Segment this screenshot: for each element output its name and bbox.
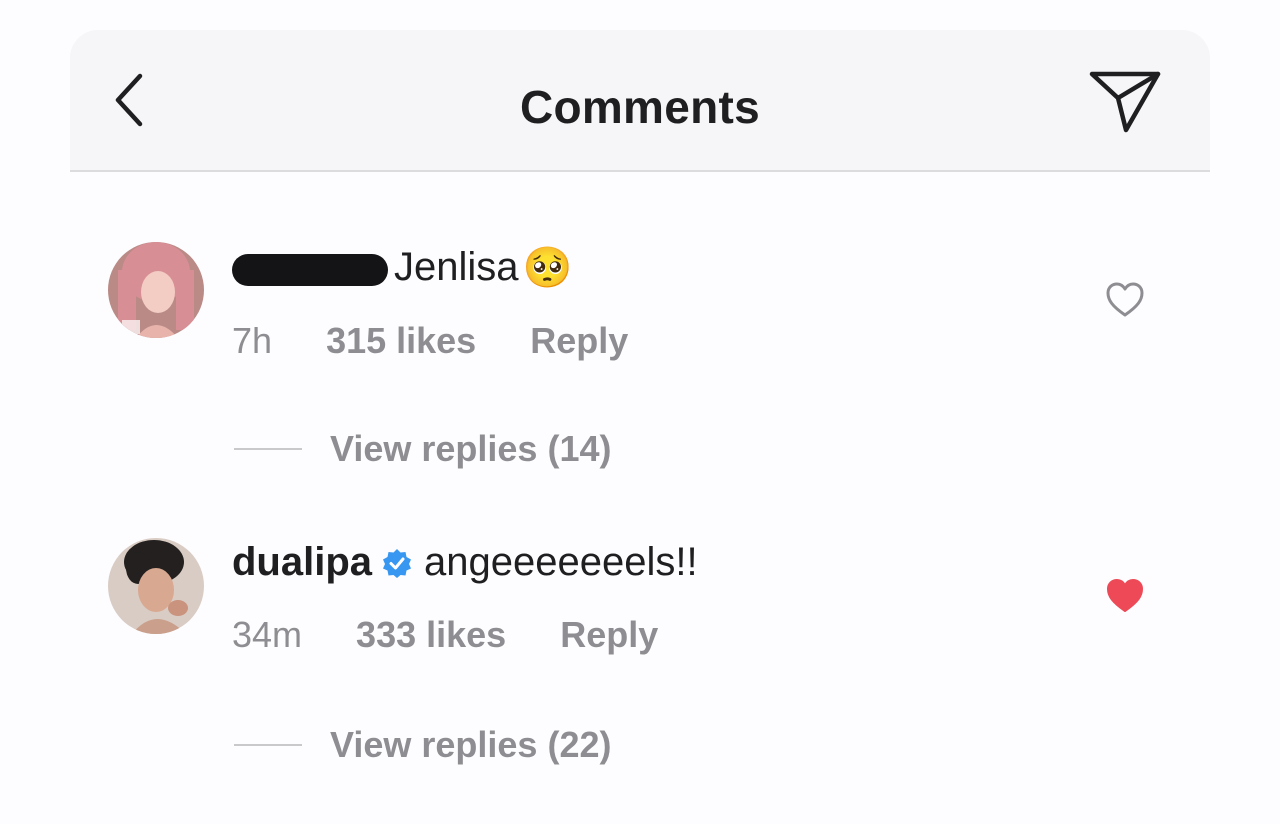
avatar[interactable] xyxy=(108,242,204,338)
avatar[interactable] xyxy=(108,538,204,634)
view-replies-button[interactable]: View replies (14) xyxy=(234,428,611,470)
comment-text: Jenlisa xyxy=(394,245,519,289)
pleading-face-emoji: 🥺 xyxy=(522,246,573,290)
comment-text-line: Jenlisa 🥺 xyxy=(232,244,572,291)
comment-meta: 34m 333 likes Reply xyxy=(232,614,702,656)
divider xyxy=(234,448,302,450)
likes-count[interactable]: 333 likes xyxy=(356,614,506,655)
comment-username[interactable]: dualipa xyxy=(232,540,372,585)
redacted-username xyxy=(232,253,388,286)
heart-filled-icon[interactable] xyxy=(1104,576,1146,616)
reply-button[interactable]: Reply xyxy=(530,320,628,361)
comment-text: angeeeeeeels!! xyxy=(424,540,698,584)
view-replies-button[interactable]: View replies (22) xyxy=(234,724,611,766)
comment-time: 34m xyxy=(232,614,303,655)
divider xyxy=(234,744,302,746)
reply-button[interactable]: Reply xyxy=(560,614,658,655)
heart-outline-icon[interactable] xyxy=(1104,280,1146,320)
likes-count[interactable]: 315 likes xyxy=(326,320,476,361)
comments-header: Comments xyxy=(70,30,1210,172)
comment-time: 7h xyxy=(232,320,273,361)
view-replies-label: View replies (22) xyxy=(330,724,612,765)
verified-badge-icon xyxy=(383,548,412,578)
view-replies-label: View replies (14) xyxy=(330,428,612,469)
page-title: Comments xyxy=(519,81,761,133)
paper-plane-icon[interactable] xyxy=(1088,68,1162,134)
comment-text-line: dualipa angeeeeeeels!! xyxy=(232,540,698,585)
comment-meta: 7h 315 likes Reply xyxy=(232,320,672,362)
